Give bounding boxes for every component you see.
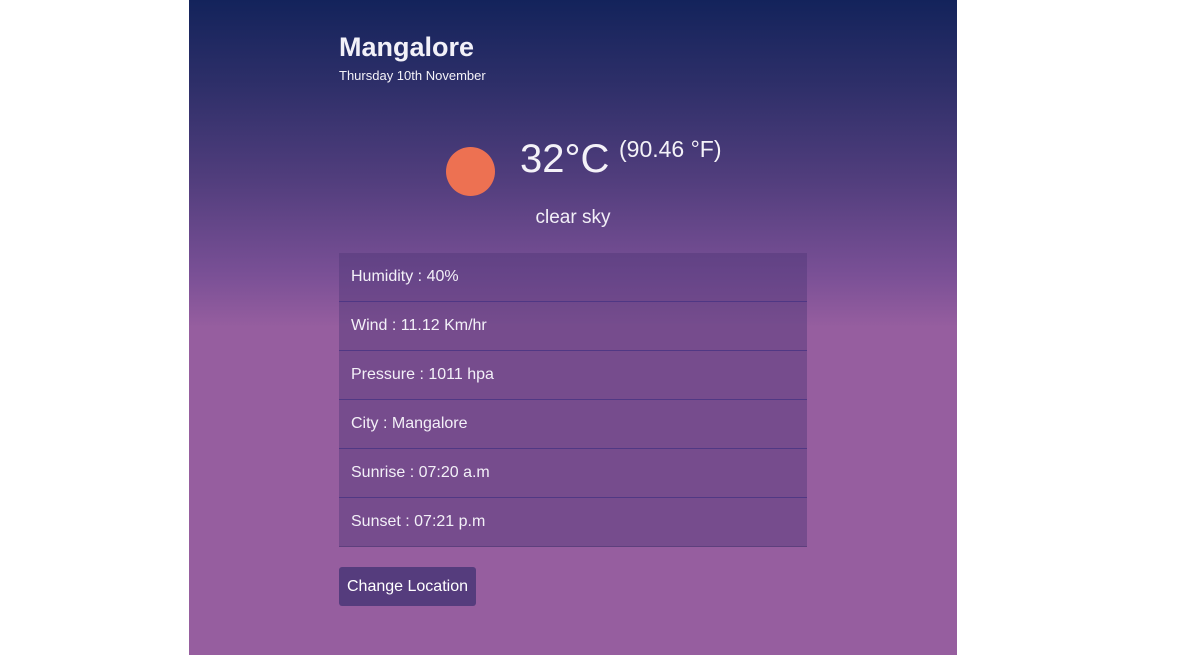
change-location-button[interactable]: Change Location	[339, 567, 476, 606]
temperature-fahrenheit: (90.46 °F)	[619, 136, 722, 162]
detail-sunrise: Sunrise : 07:20 a.m	[339, 449, 807, 498]
sun-icon	[446, 147, 495, 196]
detail-humidity: Humidity : 40%	[339, 253, 807, 302]
city-title: Mangalore	[339, 32, 475, 62]
temperature-celsius: 32°C	[520, 137, 610, 181]
weather-panel: Mangalore Thursday 10th November 32°C (9…	[189, 0, 957, 655]
detail-pressure: Pressure : 1011 hpa	[339, 351, 807, 400]
weather-details-list: Humidity : 40% Wind : 11.12 Km/hr Pressu…	[339, 253, 807, 547]
weather-description: clear sky	[535, 207, 611, 228]
detail-sunset: Sunset : 07:21 p.m	[339, 498, 807, 547]
header: Mangalore Thursday 10th November	[339, 30, 486, 85]
detail-wind: Wind : 11.12 Km/hr	[339, 302, 807, 351]
current-weather: 32°C (90.46 °F)	[446, 135, 746, 205]
detail-city: City : Mangalore	[339, 400, 807, 449]
date-label: Thursday 10th November	[339, 68, 486, 83]
